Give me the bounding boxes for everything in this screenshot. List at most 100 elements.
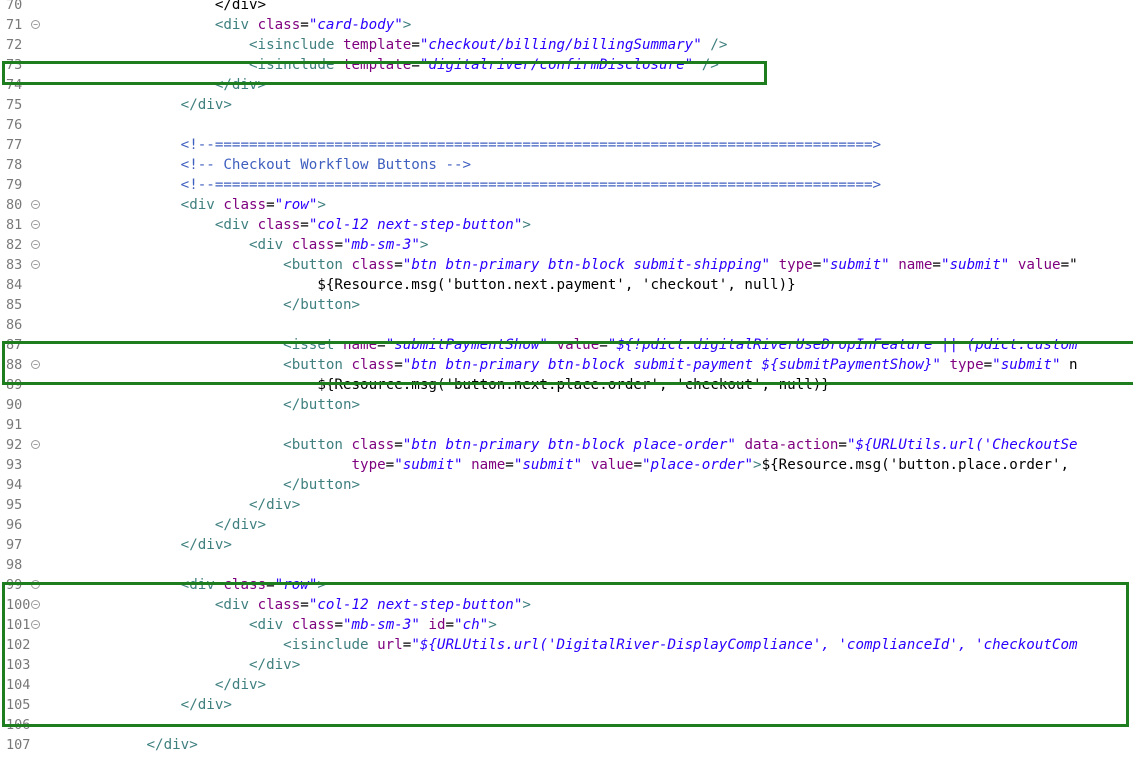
code-line[interactable]: 90 </button> <box>0 395 1133 415</box>
line-code: <isinclude template="digitalriver/confir… <box>44 55 719 75</box>
code-line[interactable]: 94 </button> <box>0 475 1133 495</box>
code-line[interactable]: 101− <div class="mb-sm-3" id="ch"> <box>0 615 1133 635</box>
code-line[interactable]: 98 <box>0 555 1133 575</box>
code-token: class <box>223 197 267 213</box>
code-token: </div> <box>214 77 267 93</box>
code-token: = <box>445 617 455 633</box>
line-number: 103 <box>6 657 31 673</box>
code-token: = <box>334 237 343 253</box>
line-code: type="submit" name="submit" value="place… <box>44 455 1078 475</box>
code-token: = <box>983 357 993 373</box>
code-line[interactable]: 71− <div class="card-body"> <box>0 15 1133 35</box>
fold-toggle-icon[interactable]: − <box>31 20 40 29</box>
line-number: 105 <box>6 697 31 713</box>
code-line[interactable]: 95 </div> <box>0 495 1133 515</box>
code-token: ${Resource.msg('button.next.payment', 'c… <box>44 277 796 293</box>
fold-toggle-icon[interactable]: − <box>31 260 40 269</box>
fold-toggle-icon[interactable]: − <box>31 600 40 609</box>
fold-toggle-icon[interactable]: − <box>31 240 40 249</box>
code-token: "mb-sm-3" <box>342 617 420 633</box>
code-line[interactable]: 83− <button class="btn btn-primary btn-b… <box>0 255 1133 275</box>
line-number: 70 <box>6 0 23 13</box>
code-token: "submit" <box>821 257 890 273</box>
code-token: type <box>949 357 984 373</box>
code-line[interactable]: 82− <div class="mb-sm-3"> <box>0 235 1133 255</box>
fold-toggle-icon[interactable]: − <box>31 580 40 589</box>
line-code: <div class="mb-sm-3"> <box>44 235 428 255</box>
code-token: > <box>402 17 412 33</box>
code-line[interactable]: 77 <!--=================================… <box>0 135 1133 155</box>
code-line[interactable]: 85 </button> <box>0 295 1133 315</box>
fold-toggle-icon[interactable]: − <box>31 360 40 369</box>
code-line[interactable]: 104 </div> <box>0 675 1133 695</box>
code-token: class <box>291 617 335 633</box>
code-line[interactable]: 105 </div> <box>0 695 1133 715</box>
line-number: 83 <box>6 257 23 273</box>
code-token: <!--====================================… <box>180 177 882 193</box>
fold-toggle-icon[interactable]: − <box>31 200 40 209</box>
code-token: <div <box>249 237 292 253</box>
code-line[interactable]: 86 <box>0 315 1133 335</box>
code-line[interactable]: 75 </div> <box>0 95 1133 115</box>
line-number: 101 <box>6 617 31 633</box>
code-line[interactable]: 78 <!-- Checkout Workflow Buttons --> <box>0 155 1133 175</box>
code-line[interactable]: 72 <isinclude template="checkout/billing… <box>0 35 1133 55</box>
code-line[interactable]: 80− <div class="row"> <box>0 195 1133 215</box>
code-line[interactable]: 81− <div class="col-12 next-step-button"… <box>0 215 1133 235</box>
code-line[interactable]: 102 <isinclude url="${URLUtils.url('Digi… <box>0 635 1133 655</box>
line-number: 73 <box>6 57 23 73</box>
line-code: <isinclude template="checkout/billing/bi… <box>44 35 727 55</box>
line-code: ${Resource.msg('button.next.payment', 'c… <box>44 275 796 295</box>
code-line[interactable]: 89 ${Resource.msg('button.next.place.ord… <box>0 375 1133 395</box>
code-line[interactable]: 91 <box>0 415 1133 435</box>
code-line[interactable]: 93 type="submit" name="submit" value="pl… <box>0 455 1133 475</box>
code-line[interactable]: 70 </div> <box>0 0 1133 15</box>
code-token: template <box>342 37 412 53</box>
code-token: <isinclude <box>249 57 343 73</box>
code-token: <!-- Checkout Workflow Buttons --> <box>180 157 472 173</box>
code-line[interactable]: 96 </div> <box>0 515 1133 535</box>
line-number: 100 <box>6 597 31 613</box>
line-code: </div> <box>44 515 266 535</box>
code-line[interactable]: 88− <button class="btn btn-primary btn-b… <box>0 355 1133 375</box>
code-token: "submit" <box>513 457 583 473</box>
line-number: 95 <box>6 497 23 513</box>
fold-toggle-icon[interactable]: − <box>31 440 40 449</box>
code-token: class <box>257 17 301 33</box>
code-line[interactable]: 87 <isset name="submitPaymentShow" value… <box>0 335 1133 355</box>
fold-toggle-icon[interactable]: − <box>31 220 40 229</box>
code-line[interactable]: 100− <div class="col-12 next-step-button… <box>0 595 1133 615</box>
code-line[interactable]: 79 <!--=================================… <box>0 175 1133 195</box>
line-number: 106 <box>6 717 31 733</box>
code-editor[interactable]: 70 </div> 71− <div class="card-body"> 72 <… <box>0 0 1133 775</box>
code-line[interactable]: 99− <div class="row"> <box>0 575 1133 595</box>
code-line[interactable]: 74 </div> <box>0 75 1133 95</box>
code-line[interactable]: 97 </div> <box>0 535 1133 555</box>
code-token: = <box>599 337 608 353</box>
code-token: ${Resource.msg('button.place.order', <box>761 457 1078 473</box>
code-line[interactable]: 84 ${Resource.msg('button.next.payment',… <box>0 275 1133 295</box>
code-token: class <box>291 237 335 253</box>
code-line[interactable]: 106 <box>0 715 1133 735</box>
code-token: class <box>351 357 395 373</box>
code-token: </div> <box>249 497 301 513</box>
fold-toggle-icon[interactable]: − <box>31 620 40 629</box>
line-code: </button> <box>44 475 360 495</box>
code-line[interactable]: 92− <button class="btn btn-primary btn-b… <box>0 435 1133 455</box>
code-line[interactable]: 103 </div> <box>0 655 1133 675</box>
code-line[interactable]: 107 </div> <box>0 735 1133 755</box>
line-number: 93 <box>6 457 23 473</box>
code-line[interactable]: 73 <isinclude template="digitalriver/con… <box>0 55 1133 75</box>
code-line[interactable]: 76 <box>0 115 1133 135</box>
code-token: "submitPaymentShow" <box>385 337 548 353</box>
